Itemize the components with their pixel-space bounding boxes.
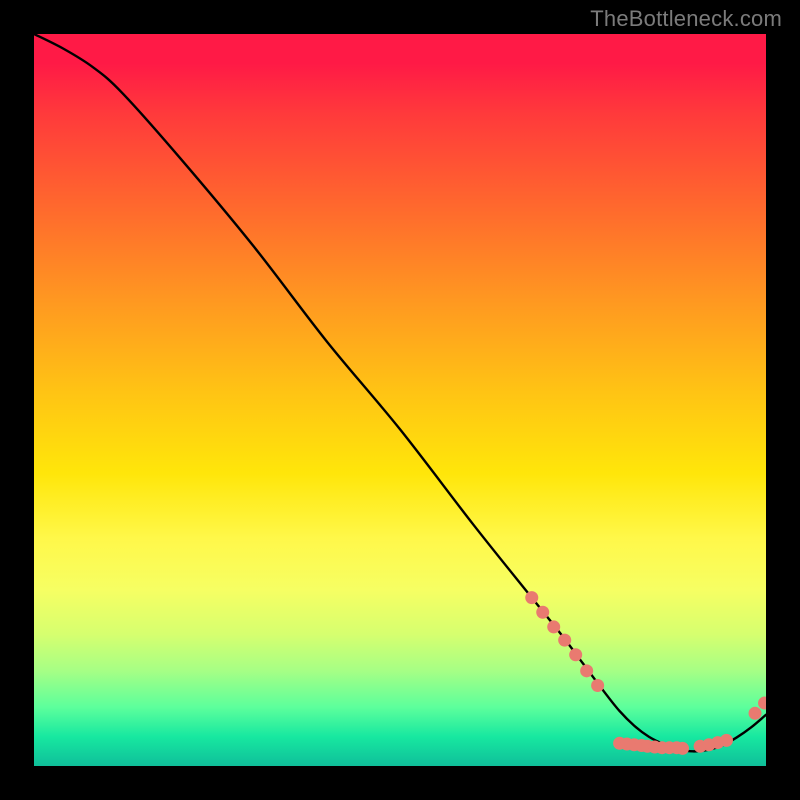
- data-point: [720, 734, 733, 747]
- data-point: [525, 591, 538, 604]
- chart-stage: TheBottleneck.com: [0, 0, 800, 800]
- data-point: [558, 634, 571, 647]
- data-point: [591, 679, 604, 692]
- curve-layer: [34, 34, 766, 766]
- data-point: [749, 707, 762, 720]
- watermark-text: TheBottleneck.com: [590, 6, 782, 32]
- data-point: [536, 606, 549, 619]
- data-point: [676, 742, 689, 755]
- data-point: [569, 648, 582, 661]
- data-point: [758, 697, 766, 710]
- bottleneck-curve: [34, 34, 766, 751]
- data-point: [580, 664, 593, 677]
- data-point: [547, 620, 560, 633]
- data-points: [525, 591, 766, 755]
- plot-area: [34, 34, 766, 766]
